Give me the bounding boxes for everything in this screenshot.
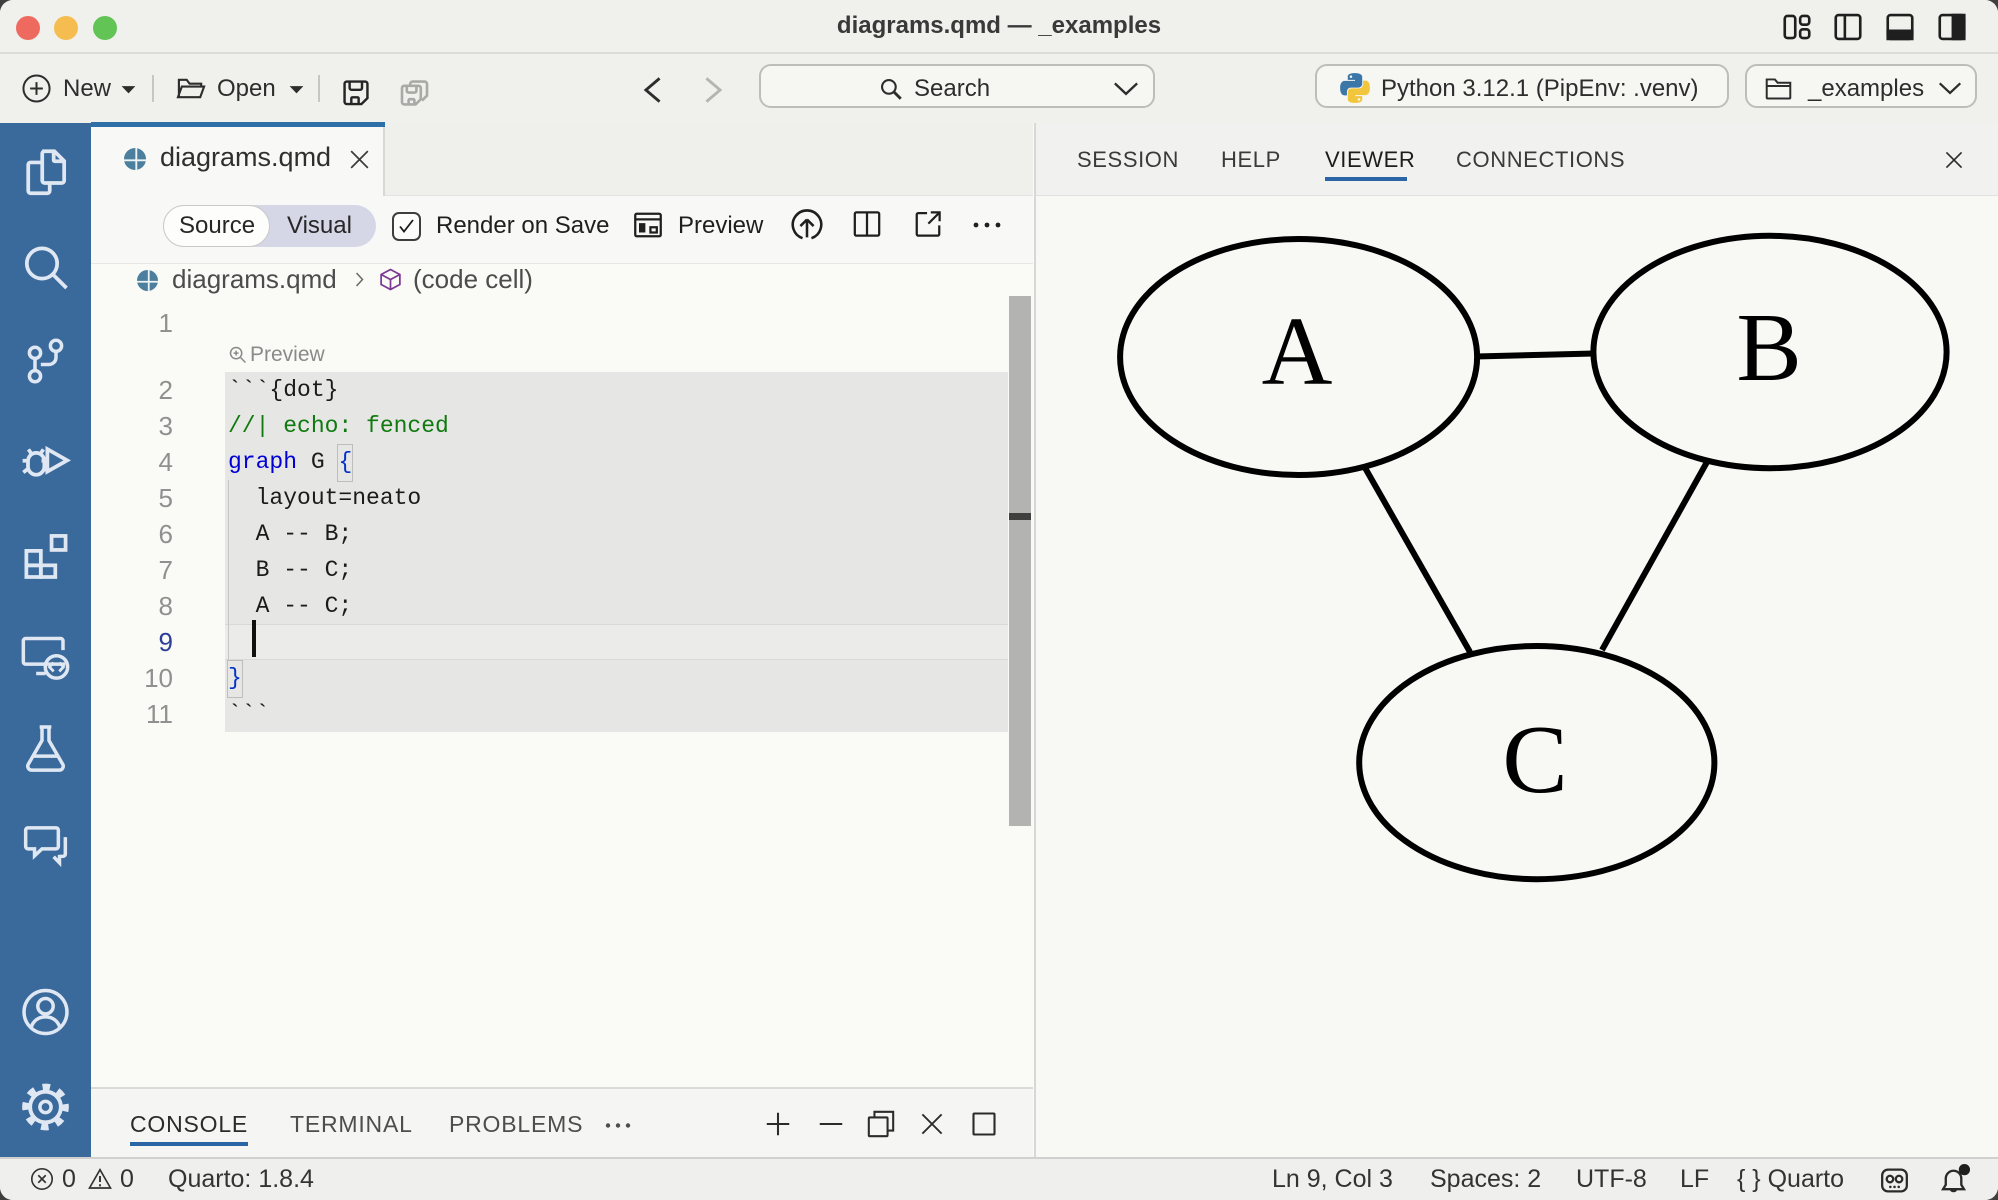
svg-text:C: C [1502,706,1567,814]
svg-text:B: B [1736,294,1801,402]
svg-text:A: A [1262,298,1333,406]
